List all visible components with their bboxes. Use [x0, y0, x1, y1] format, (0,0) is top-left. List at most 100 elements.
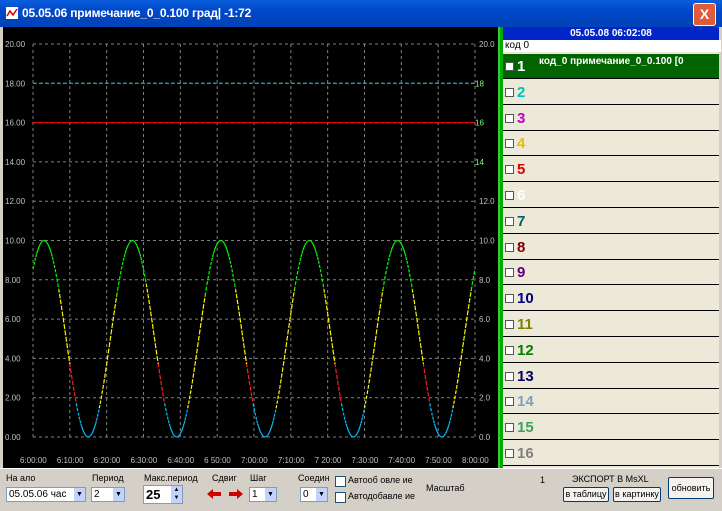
series-segment: [454, 399, 455, 404]
channel-label: код_0 примечание_0_0.100 [0: [539, 56, 684, 67]
channel-checkbox[interactable]: [505, 88, 514, 97]
series-segment: [232, 269, 233, 274]
series-segment: [351, 435, 352, 436]
auto-update-checkbox[interactable]: [335, 476, 346, 487]
channel-checkbox[interactable]: [505, 346, 514, 355]
series-segment: [300, 257, 301, 261]
series-segment: [223, 241, 224, 242]
series-segment: [299, 261, 300, 265]
shift-left-icon[interactable]: [206, 488, 222, 500]
max-period-spinner[interactable]: 25 ▲▼: [143, 485, 183, 504]
series-segment: [137, 246, 138, 248]
series-segment: [217, 242, 218, 243]
channel-checkbox[interactable]: [505, 294, 514, 303]
series-segment: [208, 274, 209, 279]
series-segment: [129, 242, 130, 243]
channel-row[interactable]: 2: [503, 80, 719, 105]
series-segment: [184, 420, 185, 423]
series-segment: [151, 313, 152, 319]
channel-checkbox[interactable]: [505, 243, 514, 252]
series-segment: [470, 290, 471, 296]
channel-checkbox[interactable]: [505, 268, 514, 277]
series-segment: [166, 408, 167, 412]
series-segment: [283, 358, 284, 364]
series-segment: [360, 424, 361, 427]
channel-checkbox[interactable]: [505, 191, 514, 200]
y-right-tick: 4.0: [479, 354, 491, 363]
series-segment: [352, 436, 353, 437]
update-button[interactable]: обновить: [668, 477, 714, 499]
channel-row[interactable]: 8: [503, 235, 719, 260]
period-select[interactable]: 2 ▼: [91, 487, 125, 502]
export-table-button[interactable]: в таблицу: [563, 487, 609, 502]
channel-checkbox[interactable]: [505, 372, 514, 381]
series-segment: [179, 434, 180, 435]
series-segment: [321, 274, 322, 279]
channel-checkbox[interactable]: [505, 139, 514, 148]
channel-row[interactable]: 4: [503, 131, 719, 156]
series-segment: [473, 274, 474, 279]
series-segment: [272, 420, 273, 423]
channel-row[interactable]: 10: [503, 286, 719, 311]
channel-checkbox[interactable]: ✓: [505, 62, 514, 71]
series-segment: [156, 352, 157, 358]
channel-row[interactable]: 5: [503, 157, 719, 182]
y-left-tick: 18.00: [5, 79, 26, 88]
step-select[interactable]: 1 ▼: [249, 487, 277, 502]
y-right-tick: 14: [475, 158, 484, 167]
series-segment: [148, 295, 149, 301]
series-segment: [406, 257, 407, 261]
close-button[interactable]: X: [693, 3, 716, 26]
series-segment: [416, 313, 417, 319]
series-segment: [247, 364, 248, 370]
connect-select[interactable]: 0 ▼: [300, 487, 328, 502]
channel-row[interactable]: ✓1код_0 примечание_0_0.100 [0: [503, 54, 719, 79]
series-segment: [273, 417, 274, 421]
auto-add-checkbox[interactable]: [335, 492, 346, 503]
series-segment: [204, 295, 205, 301]
channel-row[interactable]: 6: [503, 183, 719, 208]
channel-row[interactable]: 12: [503, 338, 719, 363]
channel-checkbox[interactable]: [505, 423, 514, 432]
series-segment: [269, 432, 270, 434]
series-segment: [344, 417, 345, 421]
spinner-arrows-icon[interactable]: ▲▼: [171, 486, 182, 503]
channel-row[interactable]: 9: [503, 260, 719, 285]
series-segment: [229, 257, 230, 261]
series-segment: [407, 261, 408, 265]
series-segment: [100, 399, 101, 404]
channel-row[interactable]: 16: [503, 441, 719, 466]
channel-row[interactable]: 11: [503, 312, 719, 337]
channel-checkbox[interactable]: [505, 320, 514, 329]
channel-row[interactable]: 3: [503, 106, 719, 131]
series-segment: [430, 404, 431, 409]
shift-right-icon[interactable]: [228, 488, 244, 500]
series-segment: [424, 370, 425, 376]
channel-checkbox[interactable]: [505, 217, 514, 226]
series-segment: [222, 241, 223, 242]
export-picture-button[interactable]: в картинку: [613, 487, 661, 502]
series-segment: [471, 284, 472, 289]
series-segment: [297, 269, 298, 274]
series-segment: [104, 376, 105, 382]
channel-row[interactable]: 15: [503, 415, 719, 440]
channel-checkbox[interactable]: [505, 397, 514, 406]
channel-number: 5: [517, 161, 525, 178]
series-segment: [381, 295, 382, 301]
start-select[interactable]: 05.05.06 час ▼: [6, 487, 86, 502]
x-tick: 7:00:00: [241, 456, 268, 465]
series-segment: [386, 269, 387, 274]
channel-checkbox[interactable]: [505, 449, 514, 458]
series-segment: [323, 284, 324, 289]
channel-checkbox[interactable]: [505, 165, 514, 174]
channel-number: 7: [517, 213, 525, 230]
channel-row[interactable]: 14: [503, 389, 719, 414]
chart-svg: 20.0020.018.001816.001614.001412.0012.01…: [3, 27, 500, 468]
channel-row[interactable]: 7: [503, 209, 719, 234]
channel-row[interactable]: 13: [503, 364, 719, 389]
series-segment: [461, 352, 462, 358]
channel-checkbox[interactable]: [505, 114, 514, 123]
series-segment: [52, 257, 53, 261]
series-segment: [411, 284, 412, 289]
series-segment: [109, 339, 110, 345]
